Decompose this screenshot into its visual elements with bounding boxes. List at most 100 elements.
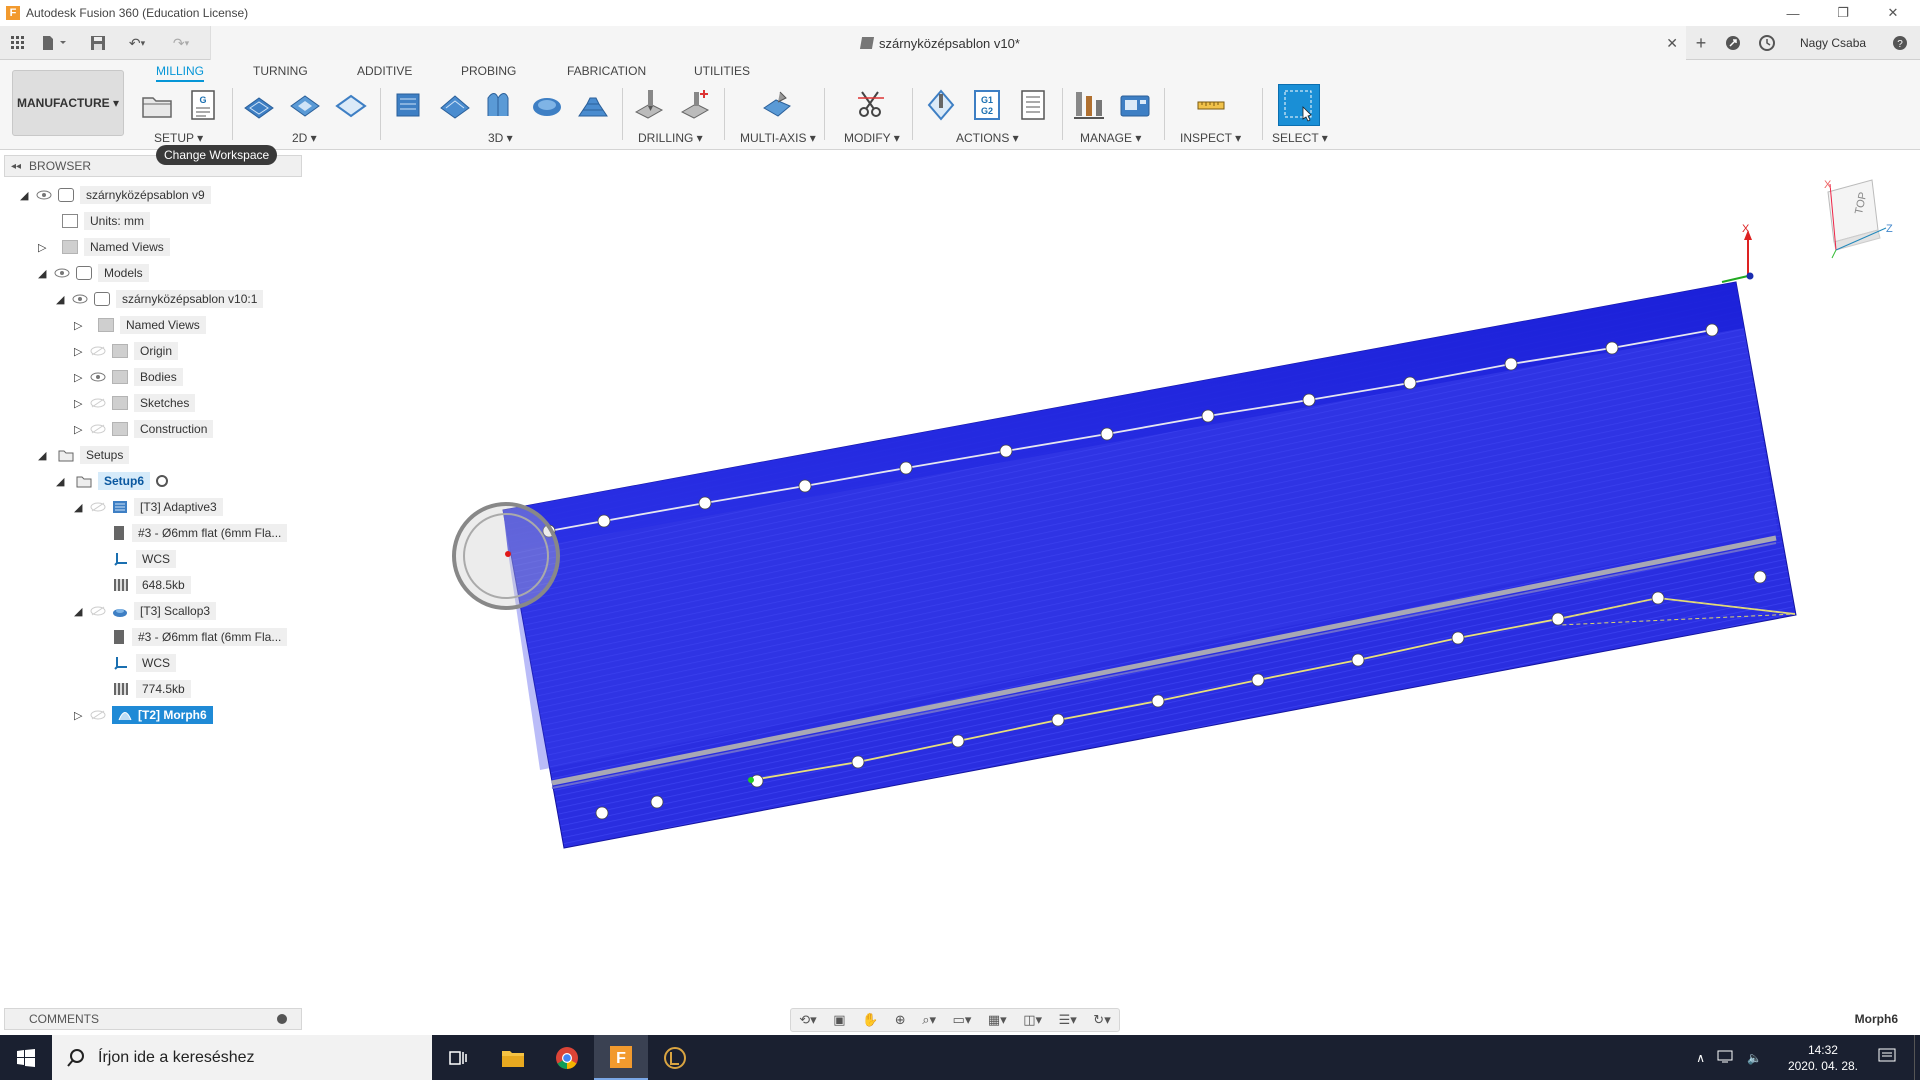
multi-axis-icon[interactable] [760,88,794,122]
network-icon[interactable] [1717,1049,1735,1066]
comments-panel[interactable]: COMMENTS [4,1008,302,1030]
close-document-icon[interactable]: ✕ [1666,35,1678,52]
app-taskbar-icon[interactable] [648,1035,702,1080]
3d-adaptive-icon[interactable] [392,88,426,122]
tree-operation-adaptive3[interactable]: ◢ [T3] Adaptive3 [74,496,223,518]
expand-triangle-icon[interactable]: ▷ [74,319,88,332]
taskbar-search-input[interactable]: Írjon ide a kereséshez [52,1035,432,1080]
fusion360-taskbar-icon[interactable]: F [594,1035,648,1080]
visibility-eye-icon[interactable] [90,372,106,382]
tab-turning[interactable]: TURNING [253,64,308,78]
minimize-button[interactable]: — [1770,0,1816,26]
show-desktop-button[interactable] [1914,1035,1920,1080]
tree-operation-scallop3[interactable]: ◢ [T3] Scallop3 [74,600,217,622]
grid-settings-icon[interactable]: ▦▾ [988,1012,1007,1028]
tree-named-views[interactable]: ▷ Named Views [38,236,170,258]
workspace-switcher-button[interactable]: MANUFACTURE ▾ [12,70,124,136]
tree-bodies[interactable]: ▷ Bodies [74,366,183,388]
windows-start-icon[interactable] [0,1035,52,1080]
inspect-group-label[interactable]: INSPECT ▾ [1180,131,1241,145]
hidden-eye-icon[interactable] [90,606,106,616]
new-tab-plus-icon[interactable]: + [1690,32,1712,54]
expand-triangle-icon[interactable]: ▷ [74,709,88,722]
hole-recognition-icon[interactable] [678,88,712,122]
orbit-icon[interactable]: ⟲▾ [799,1012,816,1028]
contour-icon[interactable] [576,88,610,122]
file-explorer-icon[interactable] [486,1035,540,1080]
volume-icon[interactable]: 🔈 [1747,1051,1762,1065]
redo-icon[interactable]: ↷ ▾ [164,32,198,54]
3d-pocket-icon[interactable] [438,88,472,122]
undo-icon[interactable]: ↶ ▾ [120,32,154,54]
expand-triangle-icon[interactable]: ▷ [74,371,88,384]
tree-op-wcs[interactable]: WCS [114,652,176,674]
select-group-label[interactable]: SELECT ▾ [1272,131,1328,145]
2d-adaptive-icon[interactable] [242,88,276,122]
face-icon[interactable] [334,88,368,122]
fit-icon[interactable]: ⌕▾ [922,1012,936,1028]
zoom-icon[interactable]: ⊕ [895,1012,906,1028]
task-view-icon[interactable] [432,1035,486,1080]
modify-group-label[interactable]: MODIFY ▾ [844,131,900,145]
tab-utilities[interactable]: UTILITIES [694,64,750,78]
tree-op-data[interactable]: 774.5kb [114,678,191,700]
expand-triangle-icon[interactable]: ▷ [74,397,88,410]
chrome-icon[interactable] [540,1035,594,1080]
tab-probing[interactable]: PROBING [461,64,516,78]
hidden-eye-icon[interactable] [90,346,106,356]
notification-icon[interactable] [1878,1048,1896,1067]
tab-fabrication[interactable]: FABRICATION [567,64,646,78]
actions-group-label[interactable]: ACTIONS ▾ [956,131,1019,145]
expand-triangle-icon[interactable]: ▷ [74,423,88,436]
hidden-eye-icon[interactable] [90,710,106,720]
hidden-eye-icon[interactable] [90,398,106,408]
file-menu-icon[interactable] [38,32,72,54]
viewport-canvas[interactable]: X TOP X Z [302,150,1920,1010]
visibility-eye-icon[interactable] [54,268,70,278]
tree-op-data[interactable]: 648.5kb [114,574,191,596]
tray-expand-icon[interactable]: ∧ [1696,1051,1705,1065]
expand-triangle-icon[interactable]: ◢ [74,501,88,514]
close-window-button[interactable]: ✕ [1870,0,1916,26]
expand-triangle-icon[interactable]: ▷ [74,345,88,358]
user-account-menu[interactable]: Nagy Csaba [1800,26,1866,60]
tree-construction[interactable]: ▷ Construction [74,418,214,440]
tree-op-wcs[interactable]: WCS [114,548,176,570]
tree-origin[interactable]: ▷ Origin [74,340,179,362]
drill-icon[interactable] [632,88,666,122]
select-window-icon[interactable] [1278,84,1320,126]
help-icon[interactable]: ? [1890,32,1910,54]
expand-triangle-icon[interactable]: ◢ [38,449,52,462]
expand-triangle-icon[interactable]: ◢ [38,267,52,280]
setup-sheet-icon[interactable] [1016,88,1050,122]
new-setup-folder-icon[interactable] [140,88,174,122]
display-settings-icon[interactable]: ▭▾ [953,1012,972,1028]
hidden-eye-icon[interactable] [90,502,106,512]
visibility-eye-icon[interactable] [36,190,52,200]
2d-group-label[interactable]: 2D ▾ [292,131,317,145]
data-panel-grid-icon[interactable] [8,32,28,54]
extensions-icon[interactable] [1722,32,1744,54]
add-comment-icon[interactable] [277,1014,287,1024]
manage-group-label[interactable]: MANAGE ▾ [1080,131,1141,145]
viewcube[interactable]: TOP X Z [1824,179,1893,259]
expand-triangle-icon[interactable]: ◢ [56,475,70,488]
save-icon[interactable] [88,32,108,54]
measure-icon[interactable] [1194,88,1228,122]
scallop-icon[interactable] [530,88,564,122]
look-at-icon[interactable]: ▣ [833,1012,845,1028]
machine-library-icon[interactable] [1118,88,1152,122]
expand-triangle-icon[interactable]: ◢ [56,293,70,306]
post-process-icon[interactable]: G1 G2 [970,88,1004,122]
parallel-icon[interactable] [484,88,518,122]
document-tab[interactable]: szárnyközépsablon v10* ✕ [210,26,1686,60]
tree-model-component[interactable]: ◢ szárnyközépsablon v10:1 [56,288,264,310]
collapse-browser-icon[interactable]: ◂◂ [11,161,21,172]
tree-model-named-views[interactable]: ▷ Named Views [74,314,206,336]
hidden-eye-icon[interactable] [90,424,106,434]
tab-additive[interactable]: ADDITIVE [357,64,412,78]
multi-axis-group-label[interactable]: MULTI-AXIS ▾ [740,131,816,145]
modify-scissors-icon[interactable] [854,88,888,122]
expand-triangle-icon[interactable]: ◢ [20,189,34,202]
2d-pocket-icon[interactable] [288,88,322,122]
